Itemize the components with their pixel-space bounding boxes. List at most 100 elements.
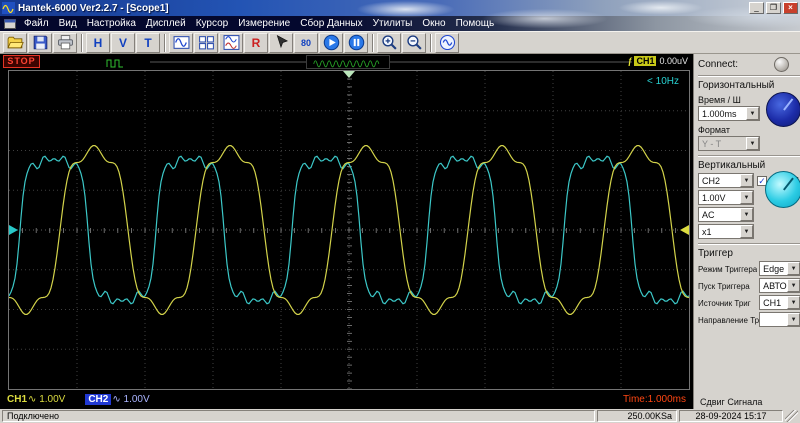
trigger-source-select[interactable]: CH1▼: [759, 295, 800, 310]
menu-item-9[interactable]: Помощь: [451, 18, 500, 29]
menu-item-0[interactable]: Файл: [19, 18, 54, 29]
trigger-mode-label: Режим Триггера: [698, 265, 757, 274]
self-cal-button[interactable]: [435, 33, 459, 53]
vertical-panel-button[interactable]: V: [111, 33, 135, 53]
counter-button[interactable]: 80: [294, 33, 318, 53]
trigger-sweep-select[interactable]: АВТО▼: [759, 278, 800, 293]
scope-display: < 10Hz: [8, 70, 690, 390]
counter-label: 80: [301, 38, 311, 48]
timebase-readout: Time:1.000ms: [623, 394, 686, 405]
frequency-icon: f: [628, 56, 631, 66]
multi-view-button[interactable]: [194, 33, 218, 53]
window-title: Hantek-6000 Ver2.2.7 - [Scope1]: [18, 3, 169, 14]
vertical-panel-label: V: [119, 36, 127, 50]
chevron-down-icon: ▼: [787, 296, 800, 309]
vertical-section-title: Вертикальный: [698, 160, 800, 171]
app-icon: [2, 2, 15, 14]
divider: [698, 75, 800, 77]
horizontal-knob[interactable]: [766, 92, 800, 127]
trigger-preview[interactable]: [306, 55, 390, 69]
trigger-section-title: Триггер: [698, 248, 800, 259]
chevron-down-icon: ▼: [787, 279, 800, 292]
record-label: R: [252, 36, 261, 50]
horizontal-section-title: Горизонтальный: [698, 80, 800, 91]
chevron-down-icon: ▼: [746, 107, 759, 120]
volts-div-select[interactable]: 1.00V▼: [698, 190, 754, 205]
menu-item-6[interactable]: Сбор Данных: [295, 18, 367, 29]
status-sample-rate: 250.00KSa: [597, 410, 677, 422]
trigger-position-marker[interactable]: [343, 71, 355, 84]
connect-button[interactable]: [774, 57, 789, 72]
open-button[interactable]: [3, 33, 27, 53]
menu-item-5[interactable]: Измерение: [233, 18, 295, 29]
freq-readout: < 10Hz: [647, 76, 679, 87]
trigger-slope-label: Направление Тр: [698, 316, 759, 325]
cursor-measure-button[interactable]: [269, 33, 293, 53]
status-connection: Подключено: [2, 410, 595, 422]
stop-button[interactable]: STOP: [3, 55, 40, 68]
minimize-button[interactable]: _: [749, 2, 764, 14]
trigger-source-label: Источник Триг: [698, 299, 751, 308]
ch2-readout[interactable]: CH2∿ 1.00V: [85, 394, 149, 405]
start-button[interactable]: [319, 33, 343, 53]
single-view-button[interactable]: [169, 33, 193, 53]
ch2-ground-marker[interactable]: [9, 225, 23, 235]
waveform-plot: [9, 71, 689, 389]
menu-item-7[interactable]: Утилиты: [368, 18, 418, 29]
channel-select[interactable]: CH2▼: [698, 173, 754, 188]
toolbar: H VT R 80: [0, 31, 800, 54]
maximize-button[interactable]: ❐: [766, 2, 781, 14]
divider: [698, 243, 800, 245]
trigger-level-value: 0.00uV: [659, 56, 688, 66]
horizontal-panel-button[interactable]: H: [86, 33, 110, 53]
connect-label: Connect:: [698, 59, 738, 70]
trigger-level-readout: f CH1 0.00uV: [628, 56, 688, 66]
status-bar: Подключено 250.00KSa 28-09-2024 15:17: [0, 409, 800, 423]
record-button[interactable]: R: [244, 33, 268, 53]
menu-item-3[interactable]: Дисплей: [141, 18, 191, 29]
trigger-wave-icon: [106, 56, 124, 68]
probe-select[interactable]: x1▼: [698, 224, 754, 239]
scope-top-strip: STOP f CH1 0.00uV: [0, 54, 693, 70]
chevron-down-icon: ▼: [740, 225, 753, 238]
timebase-select[interactable]: 1.000ms▼: [698, 106, 760, 121]
toolbar-separator: [372, 34, 374, 52]
trigger-slope-select[interactable]: ▼: [759, 312, 800, 327]
trigger-source-badge: CH1: [634, 56, 656, 66]
menu-item-4[interactable]: Курсор: [191, 18, 234, 29]
chevron-down-icon: ▼: [740, 174, 753, 187]
divider: [698, 155, 800, 157]
pause-button[interactable]: [344, 33, 368, 53]
format-select: Y - T▼: [698, 136, 760, 151]
close-button[interactable]: ×: [783, 2, 798, 14]
scope-bottom-strip: CH1∿ 1.00V CH2∿ 1.00V Time:1.000ms: [0, 390, 693, 409]
print-button[interactable]: [53, 33, 77, 53]
toolbar-separator: [430, 34, 432, 52]
vertical-knob[interactable]: [765, 171, 800, 208]
trigger-sweep-label: Пуск Триггера: [698, 282, 750, 291]
chevron-down-icon: ▼: [787, 262, 800, 275]
menu-item-1[interactable]: Вид: [54, 18, 82, 29]
trigger-mode-select[interactable]: Edge▼: [759, 261, 800, 276]
zoom-in-button[interactable]: [377, 33, 401, 53]
trigger-level-marker[interactable]: [675, 225, 689, 235]
mdi-child-icon: [4, 19, 16, 29]
signal-offset-label: Сдвиг Сигнала: [698, 395, 800, 408]
trigger-panel-button[interactable]: T: [136, 33, 160, 53]
ch1-readout[interactable]: CH1∿ 1.00V: [7, 394, 65, 405]
control-panel: Connect: Горизонтальный Время / Ш 1.000m…: [693, 54, 800, 409]
scope-area: STOP f CH1 0.00uV < 10Hz CH1∿ 1.00V CH2∿: [0, 54, 693, 409]
chevron-down-icon: ▼: [787, 313, 800, 326]
chevron-down-icon: ▼: [740, 191, 753, 204]
status-datetime: 28-09-2024 15:17: [679, 410, 783, 422]
resize-grip[interactable]: [785, 410, 798, 422]
ref-view-button[interactable]: [219, 33, 243, 53]
menu-item-2[interactable]: Настройка: [82, 18, 141, 29]
horizontal-panel-label: H: [94, 36, 103, 50]
save-button[interactable]: [28, 33, 52, 53]
zoom-out-button[interactable]: [402, 33, 426, 53]
trigger-position-track[interactable]: [150, 61, 632, 63]
menu-bar: ФайлВидНастройкаДисплейКурсорИзмерениеСб…: [0, 16, 800, 31]
coupling-select[interactable]: AC▼: [698, 207, 754, 222]
menu-item-8[interactable]: Окно: [417, 18, 450, 29]
